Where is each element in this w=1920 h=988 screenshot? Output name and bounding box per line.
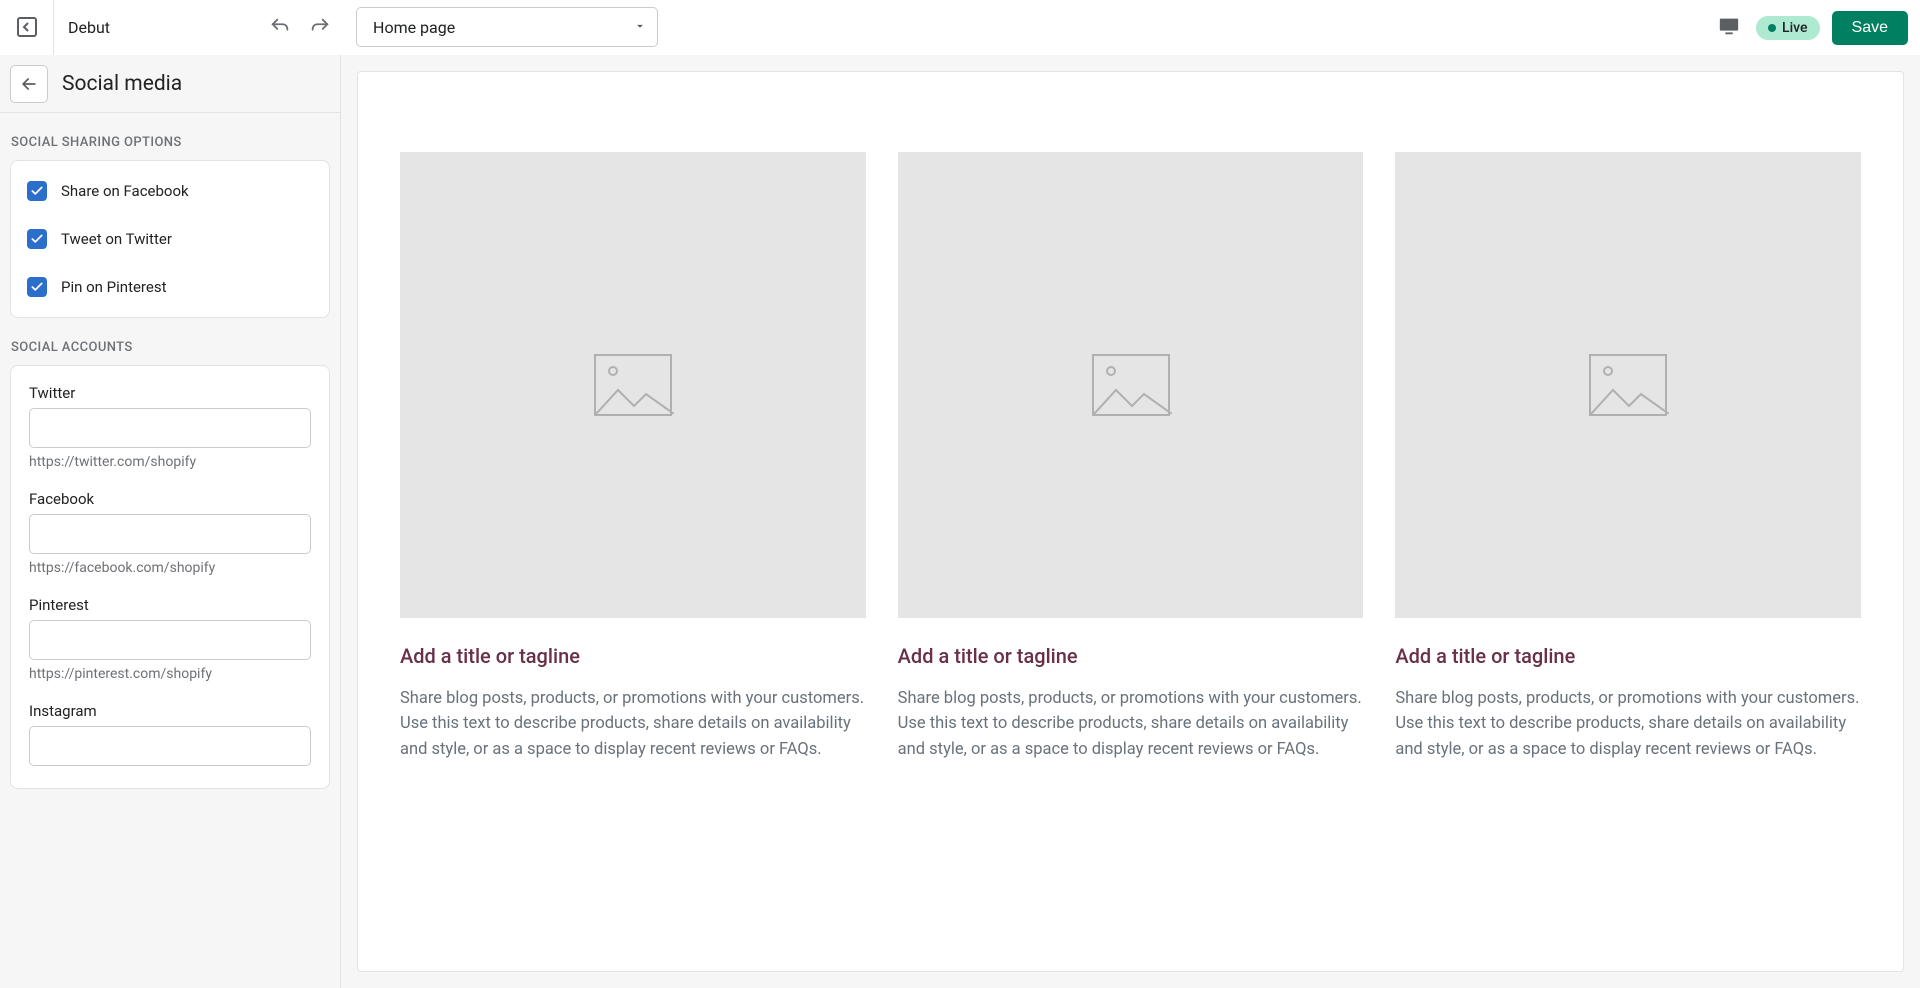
sidebar-header: Social media	[0, 55, 340, 113]
undo-button[interactable]	[266, 13, 294, 41]
checkbox-icon	[27, 277, 47, 297]
column-body: Share blog posts, products, or promotion…	[400, 686, 866, 763]
image-placeholder-icon	[1092, 354, 1170, 416]
column-title: Add a title or tagline	[400, 644, 866, 668]
topbar-center-controls: Home page	[266, 7, 658, 47]
pinterest-input[interactable]	[29, 620, 311, 660]
field-label: Twitter	[29, 384, 311, 402]
column-title: Add a title or tagline	[898, 644, 1364, 668]
field-hint: https://pinterest.com/shopify	[29, 666, 311, 682]
checkbox-icon	[27, 229, 47, 249]
section-label-sharing: Social sharing options	[0, 113, 340, 160]
sharing-options-card: Share on Facebook Tweet on Twitter Pin o…	[10, 160, 330, 318]
topbar: Debut Home page Live	[0, 0, 1920, 55]
column: Add a title or tagline Share blog posts,…	[400, 152, 866, 762]
checkbox-icon	[27, 181, 47, 201]
image-placeholder	[898, 152, 1364, 618]
field-facebook: Facebook https://facebook.com/shopify	[29, 490, 311, 576]
exit-icon	[15, 15, 39, 39]
image-placeholder	[400, 152, 866, 618]
checkbox-pin-pinterest[interactable]: Pin on Pinterest	[11, 263, 329, 311]
social-accounts-card: Twitter https://twitter.com/shopify Face…	[10, 365, 330, 789]
body: Social media Social sharing options Shar…	[0, 55, 1920, 988]
field-twitter: Twitter https://twitter.com/shopify	[29, 384, 311, 470]
arrow-left-icon	[19, 74, 39, 94]
image-placeholder-icon	[594, 354, 672, 416]
column-body: Share blog posts, products, or promotion…	[898, 686, 1364, 763]
live-badge: Live	[1756, 16, 1819, 40]
column-body: Share blog posts, products, or promotion…	[1395, 686, 1861, 763]
desktop-icon	[1718, 15, 1740, 37]
checkbox-label: Tweet on Twitter	[61, 230, 172, 248]
live-dot-icon	[1768, 24, 1776, 32]
redo-button[interactable]	[306, 13, 334, 41]
preview-frame[interactable]: Add a title or tagline Share blog posts,…	[357, 71, 1904, 972]
redo-icon	[309, 16, 331, 38]
field-pinterest: Pinterest https://pinterest.com/shopify	[29, 596, 311, 682]
field-hint: https://facebook.com/shopify	[29, 560, 311, 576]
checkbox-tweet-twitter[interactable]: Tweet on Twitter	[11, 215, 329, 263]
field-label: Pinterest	[29, 596, 311, 614]
theme-name: Debut	[54, 18, 124, 37]
twitter-input[interactable]	[29, 408, 311, 448]
preview-area: Add a title or tagline Share blog posts,…	[341, 55, 1920, 988]
undo-icon	[269, 16, 291, 38]
field-instagram: Instagram	[29, 702, 311, 766]
column: Add a title or tagline Share blog posts,…	[1395, 152, 1861, 762]
column-title: Add a title or tagline	[1395, 644, 1861, 668]
back-button[interactable]	[10, 65, 48, 103]
columns-grid: Add a title or tagline Share blog posts,…	[400, 152, 1861, 762]
field-label: Facebook	[29, 490, 311, 508]
checkbox-share-facebook[interactable]: Share on Facebook	[11, 167, 329, 215]
facebook-input[interactable]	[29, 514, 311, 554]
desktop-view-button[interactable]	[1718, 15, 1740, 41]
exit-editor-button[interactable]	[0, 0, 54, 55]
chevron-down-icon	[633, 18, 647, 37]
sidebar-title: Social media	[62, 72, 182, 96]
field-label: Instagram	[29, 702, 311, 720]
save-button[interactable]: Save	[1832, 11, 1908, 45]
page-select-value: Home page	[373, 18, 455, 37]
checkbox-label: Share on Facebook	[61, 182, 189, 200]
field-hint: https://twitter.com/shopify	[29, 454, 311, 470]
page-select[interactable]: Home page	[356, 7, 658, 47]
live-label: Live	[1782, 20, 1807, 36]
topbar-right: Live Save	[1718, 0, 1908, 55]
image-placeholder	[1395, 152, 1861, 618]
column: Add a title or tagline Share blog posts,…	[898, 152, 1364, 762]
section-label-accounts: Social accounts	[0, 318, 340, 365]
settings-sidebar: Social media Social sharing options Shar…	[0, 55, 341, 988]
checkbox-label: Pin on Pinterest	[61, 278, 166, 296]
instagram-input[interactable]	[29, 726, 311, 766]
image-placeholder-icon	[1589, 354, 1667, 416]
